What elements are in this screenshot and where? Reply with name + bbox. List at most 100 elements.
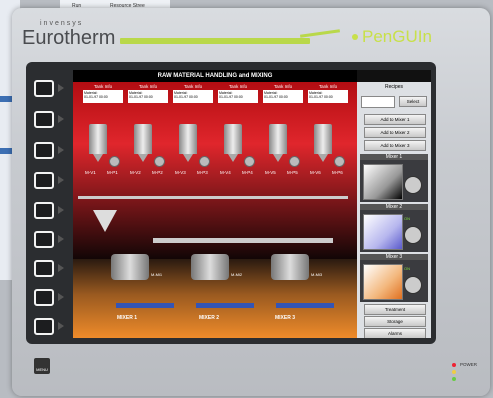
hmi-screen: RAW MATERIAL HANDLING and MIXING Tank In…	[73, 70, 431, 338]
pump-icon[interactable]	[244, 156, 255, 167]
storage-button[interactable]: Storage	[364, 316, 426, 327]
silo[interactable]	[269, 124, 287, 162]
tank-info-label: Tank Info	[228, 84, 248, 89]
control-panel: Recipes Select Add to Mixer 1 Add to Mix…	[357, 82, 431, 338]
pump-label: M-P6	[332, 170, 343, 175]
valve-label: M-V1	[85, 170, 96, 175]
function-key-1[interactable]	[34, 80, 54, 97]
tank-info-label: Tank Info	[318, 84, 338, 89]
alarms-button[interactable]: Alarms	[364, 328, 426, 338]
mixer-2-title: Mixer 2	[360, 204, 428, 210]
mixer-1-panel: Mixer 1	[360, 154, 428, 202]
tank-info-label: Tank Info	[93, 84, 113, 89]
pump-label: M-P4	[242, 170, 253, 175]
mixer-3-knob[interactable]	[404, 276, 422, 294]
tank-info-4[interactable]: Tank Info Material: 01-01-97 00:00	[218, 84, 258, 103]
conveyor[interactable]	[276, 303, 334, 308]
product-name: PenGUIn	[362, 27, 432, 46]
power-label: POWER	[460, 362, 478, 367]
screen-title: RAW MATERIAL HANDLING and MIXING	[73, 70, 357, 82]
tank-info-1[interactable]: Tank Info Material: 01-01-97 00:00	[83, 84, 123, 103]
header-pipe	[78, 196, 348, 199]
arrow-icon	[58, 176, 64, 184]
select-button[interactable]: Select	[399, 96, 427, 107]
arrow-icon	[58, 235, 64, 243]
arrow-icon	[58, 206, 64, 214]
silo[interactable]	[224, 124, 242, 162]
mixer-2-on: ON	[404, 216, 410, 221]
tank-date: 01-01-97 00:00	[264, 95, 288, 99]
silo[interactable]	[89, 124, 107, 162]
silo[interactable]	[134, 124, 152, 162]
tank-info-3[interactable]: Tank Info Material: 01-01-97 00:00	[173, 84, 213, 103]
add-to-mixer-1-button[interactable]: Add to Mixer 1	[364, 114, 426, 125]
tank-date: 01-01-97 00:00	[129, 95, 153, 99]
add-to-mixer-3-button[interactable]: Add to Mixer 3	[364, 140, 426, 151]
tank-info-label: Tank Info	[183, 84, 203, 89]
mixer-pipe	[153, 238, 333, 243]
tank-date: 01-01-97 00:00	[219, 95, 243, 99]
arrow-icon	[58, 146, 64, 154]
pump-icon[interactable]	[199, 156, 210, 167]
tank-date: 01-01-97 00:00	[174, 95, 198, 99]
function-key-6[interactable]	[34, 231, 54, 248]
mixer-label: MIXER 2	[199, 315, 220, 321]
tank-info-2[interactable]: Tank Info Material: 01-01-97 00:00	[128, 84, 168, 103]
function-key-9[interactable]	[34, 318, 54, 335]
function-key-2[interactable]	[34, 111, 54, 128]
status-led	[452, 377, 456, 381]
function-key-5[interactable]	[34, 202, 54, 219]
silo[interactable]	[314, 124, 332, 162]
mixer-1-color	[363, 164, 403, 200]
valve-label: M-V3	[175, 170, 186, 175]
mixer-label: MIXER 1	[117, 315, 138, 321]
function-key-7[interactable]	[34, 260, 54, 277]
mixer-2-knob[interactable]	[404, 226, 422, 244]
arrow-icon	[58, 84, 64, 92]
function-key-3[interactable]	[34, 142, 54, 159]
add-to-mixer-2-button[interactable]: Add to Mixer 2	[364, 127, 426, 138]
pump-icon[interactable]	[154, 156, 165, 167]
treatment-button[interactable]: Treatment	[364, 304, 426, 315]
arrow-icon	[58, 115, 64, 123]
conveyor[interactable]	[196, 303, 254, 308]
mixer-3-on: ON	[404, 266, 410, 271]
recipes-label: Recipes	[384, 84, 404, 90]
pump-label: M-P1	[107, 170, 118, 175]
mixer-3[interactable]	[271, 254, 309, 280]
power-led	[452, 363, 456, 367]
mixer-1[interactable]	[111, 254, 149, 280]
silo[interactable]	[179, 124, 197, 162]
recipe-input[interactable]	[361, 96, 395, 108]
menu-button[interactable]: MENU	[34, 358, 50, 374]
mixer-3-title: Mixer 3	[360, 254, 428, 260]
brand-logo: Eurotherm	[22, 27, 116, 49]
tank-info-5[interactable]: Tank Info Material: 01-01-97 00:00	[263, 84, 303, 103]
tank-info-6[interactable]: Tank Info Material: 01-01-97 00:00	[308, 84, 348, 103]
pump-icon[interactable]	[334, 156, 345, 167]
pump-label: M-P5	[287, 170, 298, 175]
mixer-2-color	[363, 214, 403, 250]
tank-info-label: Tank Info	[273, 84, 293, 89]
valve-label: M-V4	[220, 170, 231, 175]
arrow-icon	[58, 322, 64, 330]
mixer-3-color	[363, 264, 403, 300]
pump-label: M-P2	[152, 170, 163, 175]
function-key-4[interactable]	[34, 172, 54, 189]
mixer-label: MIXER 3	[275, 315, 296, 321]
brand-stripe	[120, 38, 310, 44]
tank-info-label: Tank Info	[138, 84, 158, 89]
pump-icon[interactable]	[289, 156, 300, 167]
conveyor[interactable]	[116, 303, 174, 308]
mixer-1-knob[interactable]	[404, 176, 422, 194]
brand-dot	[352, 34, 358, 40]
tank-date: 01-01-97 00:00	[309, 95, 333, 99]
mixer-1-title: Mixer 1	[360, 154, 428, 160]
valve-label: M-V5	[265, 170, 276, 175]
function-key-8[interactable]	[34, 289, 54, 306]
pump-icon[interactable]	[109, 156, 120, 167]
hopper	[93, 210, 117, 232]
brand-sub: invensys	[40, 20, 84, 27]
mixer-2[interactable]	[191, 254, 229, 280]
mixer-2-panel: Mixer 2 ON	[360, 204, 428, 252]
